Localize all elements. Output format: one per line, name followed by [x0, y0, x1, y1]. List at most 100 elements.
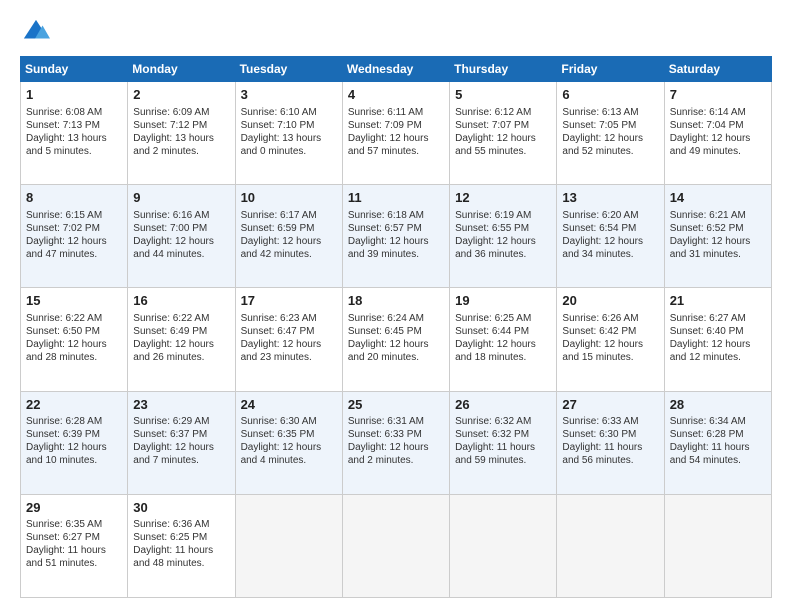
day-number: 8 [26, 189, 122, 207]
day-number: 1 [26, 86, 122, 104]
day-info: Sunrise: 6:35 AM Sunset: 6:27 PM Dayligh… [26, 518, 122, 570]
calendar-header-saturday: Saturday [664, 57, 771, 82]
calendar-cell: 2Sunrise: 6:09 AM Sunset: 7:12 PM Daylig… [128, 82, 235, 185]
day-number: 30 [133, 499, 229, 517]
day-info: Sunrise: 6:25 AM Sunset: 6:44 PM Dayligh… [455, 312, 551, 364]
calendar-cell: 27Sunrise: 6:33 AM Sunset: 6:30 PM Dayli… [557, 391, 664, 494]
calendar-cell: 24Sunrise: 6:30 AM Sunset: 6:35 PM Dayli… [235, 391, 342, 494]
day-info: Sunrise: 6:21 AM Sunset: 6:52 PM Dayligh… [670, 209, 766, 261]
day-number: 21 [670, 292, 766, 310]
calendar-cell: 19Sunrise: 6:25 AM Sunset: 6:44 PM Dayli… [450, 288, 557, 391]
calendar-cell: 5 Sunrise: 6:12 AM Sunset: 7:07 PM Daylig… [450, 82, 557, 185]
day-info: Sunrise: 6:30 AM Sunset: 6:35 PM Dayligh… [241, 415, 337, 467]
calendar-week-1: 1 Sunrise: 6:08 AM Sunset: 7:13 PM Daylig… [21, 82, 772, 185]
calendar-week-5: 29Sunrise: 6:35 AM Sunset: 6:27 PM Dayli… [21, 494, 772, 597]
day-number: 29 [26, 499, 122, 517]
day-number: 14 [670, 189, 766, 207]
calendar-cell: 15 Sunrise: 6:22 AM Sunset: 6:50 PM Dayli… [21, 288, 128, 391]
day-info: Sunrise: 6:20 AM Sunset: 6:54 PM Dayligh… [562, 209, 658, 261]
calendar-header-thursday: Thursday [450, 57, 557, 82]
calendar-cell: 13 Sunrise: 6:20 AM Sunset: 6:54 PM Dayli… [557, 185, 664, 288]
calendar-cell: 23Sunrise: 6:29 AM Sunset: 6:37 PM Dayli… [128, 391, 235, 494]
calendar-cell [557, 494, 664, 597]
calendar-cell: 9 Sunrise: 6:16 AM Sunset: 7:00 PM Daylig… [128, 185, 235, 288]
calendar-cell: 17 Sunrise: 6:23 AM Sunset: 6:47 PM Dayli… [235, 288, 342, 391]
calendar-week-3: 15 Sunrise: 6:22 AM Sunset: 6:50 PM Dayli… [21, 288, 772, 391]
day-info: Sunrise: 6:27 AM Sunset: 6:40 PM Dayligh… [670, 312, 766, 364]
calendar-cell: 3Sunrise: 6:10 AM Sunset: 7:10 PM Daylig… [235, 82, 342, 185]
day-number: 24 [241, 396, 337, 414]
day-info: Sunrise: 6:24 AM Sunset: 6:45 PM Dayligh… [348, 312, 444, 364]
day-info: Sunrise: 6:36 AM Sunset: 6:25 PM Dayligh… [133, 518, 229, 570]
day-number: 27 [562, 396, 658, 414]
calendar-cell: 14 Sunrise: 6:21 AM Sunset: 6:52 PM Dayli… [664, 185, 771, 288]
calendar-cell: 16 Sunrise: 6:22 AM Sunset: 6:49 PM Dayli… [128, 288, 235, 391]
day-info: Sunrise: 6:15 AM Sunset: 7:02 PM Dayligh… [26, 209, 122, 261]
day-info: Sunrise: 6:10 AM Sunset: 7:10 PM Dayligh… [241, 106, 337, 158]
day-info: Sunrise: 6:33 AM Sunset: 6:30 PM Dayligh… [562, 415, 658, 467]
day-number: 16 [133, 292, 229, 310]
calendar-cell: 8 Sunrise: 6:15 AM Sunset: 7:02 PM Daylig… [21, 185, 128, 288]
calendar-header-tuesday: Tuesday [235, 57, 342, 82]
day-number: 9 [133, 189, 229, 207]
calendar-week-4: 22Sunrise: 6:28 AM Sunset: 6:39 PM Dayli… [21, 391, 772, 494]
day-info: Sunrise: 6:19 AM Sunset: 6:55 PM Dayligh… [455, 209, 551, 261]
day-number: 12 [455, 189, 551, 207]
day-number: 17 [241, 292, 337, 310]
calendar-cell: 22Sunrise: 6:28 AM Sunset: 6:39 PM Dayli… [21, 391, 128, 494]
day-info: Sunrise: 6:11 AM Sunset: 7:09 PM Dayligh… [348, 106, 444, 158]
calendar-cell: 30Sunrise: 6:36 AM Sunset: 6:25 PM Dayli… [128, 494, 235, 597]
day-info: Sunrise: 6:34 AM Sunset: 6:28 PM Dayligh… [670, 415, 766, 467]
day-number: 7 [670, 86, 766, 104]
logo-icon [22, 18, 50, 46]
day-number: 20 [562, 292, 658, 310]
day-number: 23 [133, 396, 229, 414]
day-info: Sunrise: 6:22 AM Sunset: 6:50 PM Dayligh… [26, 312, 122, 364]
calendar-cell: 29Sunrise: 6:35 AM Sunset: 6:27 PM Dayli… [21, 494, 128, 597]
calendar-cell: 1 Sunrise: 6:08 AM Sunset: 7:13 PM Daylig… [21, 82, 128, 185]
day-info: Sunrise: 6:28 AM Sunset: 6:39 PM Dayligh… [26, 415, 122, 467]
day-info: Sunrise: 6:13 AM Sunset: 7:05 PM Dayligh… [562, 106, 658, 158]
day-number: 25 [348, 396, 444, 414]
day-info: Sunrise: 6:32 AM Sunset: 6:32 PM Dayligh… [455, 415, 551, 467]
day-number: 22 [26, 396, 122, 414]
calendar-cell [450, 494, 557, 597]
day-number: 28 [670, 396, 766, 414]
calendar-week-2: 8 Sunrise: 6:15 AM Sunset: 7:02 PM Daylig… [21, 185, 772, 288]
calendar-cell: 4 Sunrise: 6:11 AM Sunset: 7:09 PM Daylig… [342, 82, 449, 185]
calendar-cell [235, 494, 342, 597]
day-info: Sunrise: 6:31 AM Sunset: 6:33 PM Dayligh… [348, 415, 444, 467]
day-number: 13 [562, 189, 658, 207]
page: SundayMondayTuesdayWednesdayThursdayFrid… [0, 0, 792, 612]
calendar-cell: 11 Sunrise: 6:18 AM Sunset: 6:57 PM Dayli… [342, 185, 449, 288]
day-info: Sunrise: 6:14 AM Sunset: 7:04 PM Dayligh… [670, 106, 766, 158]
day-info: Sunrise: 6:09 AM Sunset: 7:12 PM Dayligh… [133, 106, 229, 158]
calendar-cell: 20 Sunrise: 6:26 AM Sunset: 6:42 PM Dayli… [557, 288, 664, 391]
calendar-header-friday: Friday [557, 57, 664, 82]
calendar-cell: 7 Sunrise: 6:14 AM Sunset: 7:04 PM Daylig… [664, 82, 771, 185]
day-info: Sunrise: 6:08 AM Sunset: 7:13 PM Dayligh… [26, 106, 122, 158]
calendar-cell: 12 Sunrise: 6:19 AM Sunset: 6:55 PM Dayli… [450, 185, 557, 288]
calendar-header-wednesday: Wednesday [342, 57, 449, 82]
day-info: Sunrise: 6:16 AM Sunset: 7:00 PM Dayligh… [133, 209, 229, 261]
day-number: 6 [562, 86, 658, 104]
day-number: 11 [348, 189, 444, 207]
day-info: Sunrise: 6:26 AM Sunset: 6:42 PM Dayligh… [562, 312, 658, 364]
day-info: Sunrise: 6:18 AM Sunset: 6:57 PM Dayligh… [348, 209, 444, 261]
day-number: 18 [348, 292, 444, 310]
calendar-header-monday: Monday [128, 57, 235, 82]
day-info: Sunrise: 6:17 AM Sunset: 6:59 PM Dayligh… [241, 209, 337, 261]
calendar-header-row: SundayMondayTuesdayWednesdayThursdayFrid… [21, 57, 772, 82]
day-info: Sunrise: 6:29 AM Sunset: 6:37 PM Dayligh… [133, 415, 229, 467]
day-number: 5 [455, 86, 551, 104]
calendar-table: SundayMondayTuesdayWednesdayThursdayFrid… [20, 56, 772, 598]
calendar-cell: 21 Sunrise: 6:27 AM Sunset: 6:40 PM Dayli… [664, 288, 771, 391]
calendar-cell [342, 494, 449, 597]
day-number: 15 [26, 292, 122, 310]
day-info: Sunrise: 6:12 AM Sunset: 7:07 PM Dayligh… [455, 106, 551, 158]
day-info: Sunrise: 6:22 AM Sunset: 6:49 PM Dayligh… [133, 312, 229, 364]
calendar-cell: 10Sunrise: 6:17 AM Sunset: 6:59 PM Dayli… [235, 185, 342, 288]
calendar-cell: 28Sunrise: 6:34 AM Sunset: 6:28 PM Dayli… [664, 391, 771, 494]
day-info: Sunrise: 6:23 AM Sunset: 6:47 PM Dayligh… [241, 312, 337, 364]
day-number: 4 [348, 86, 444, 104]
